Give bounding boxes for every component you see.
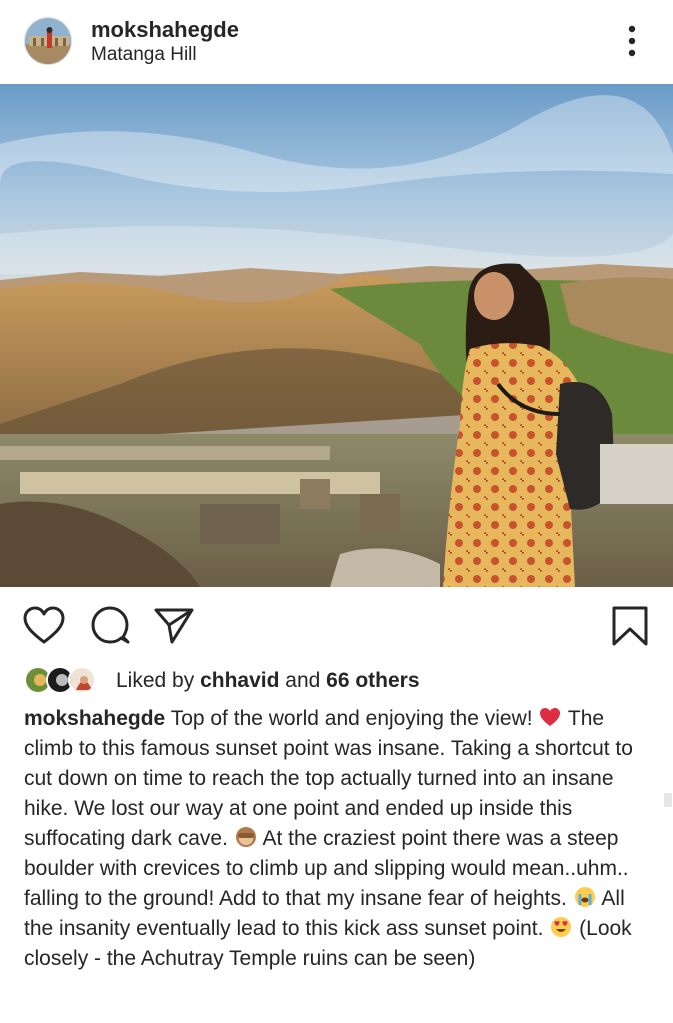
red-heart-emoji-icon (538, 705, 562, 729)
post-location[interactable]: Matanga Hill (91, 44, 197, 66)
send-icon[interactable] (152, 604, 196, 648)
liked-by-others[interactable]: 66 others (326, 669, 419, 692)
liker-avatar (68, 666, 96, 694)
liked-by-text: Liked by chhavid and 66 others (116, 669, 420, 693)
caption-text-1: Top of the world and enjoying the view! (170, 707, 533, 730)
caption-username[interactable]: mokshahegde (24, 707, 165, 730)
crying-face-emoji-icon (573, 885, 597, 909)
post-photo[interactable] (0, 84, 673, 587)
more-vertical-icon[interactable] (618, 24, 646, 58)
scrollbar-thumb[interactable] (664, 793, 672, 807)
liked-by-joiner: and (285, 669, 321, 692)
liked-by-prefix: Liked by (116, 669, 195, 692)
see-no-evil-monkey-emoji-icon (234, 825, 258, 849)
post-header: mokshahegde Matanga Hill (0, 0, 673, 84)
post-caption: mokshahegde Top of the world and enjoyin… (24, 704, 654, 974)
bookmark-icon[interactable] (608, 604, 652, 648)
likes-row[interactable]: Liked by chhavid and 66 others (24, 663, 664, 701)
post-action-bar (0, 587, 673, 662)
post-username[interactable]: mokshahegde (91, 17, 239, 43)
heart-icon[interactable] (22, 604, 66, 648)
comment-icon[interactable] (88, 604, 132, 648)
avatar[interactable] (24, 17, 72, 65)
liked-by-user[interactable]: chhavid (200, 669, 279, 692)
heart-eyes-emoji-icon (549, 915, 573, 939)
